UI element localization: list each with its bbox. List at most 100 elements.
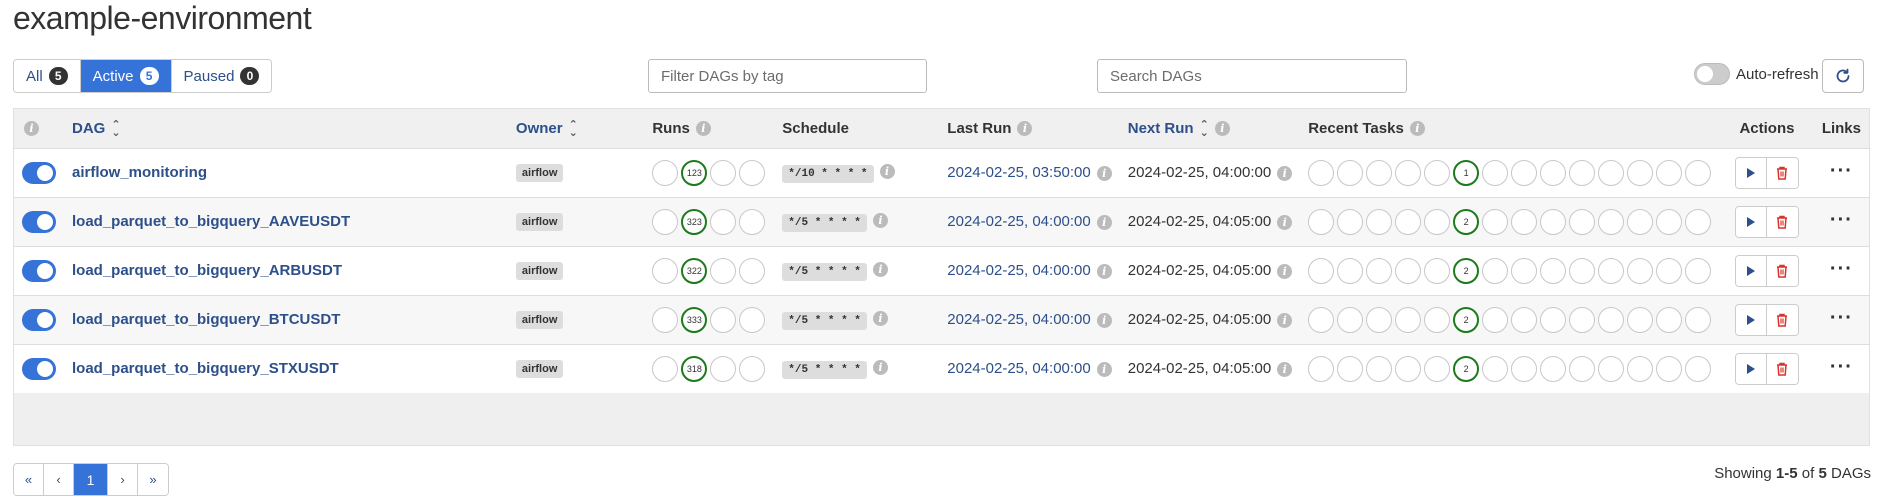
more-links-icon[interactable]: ··· bbox=[1830, 160, 1853, 182]
task-state-circle[interactable] bbox=[1569, 159, 1596, 186]
run-state-circle[interactable] bbox=[652, 257, 679, 284]
tab-active[interactable]: Active 5 bbox=[80, 60, 172, 92]
task-state-circle[interactable] bbox=[1395, 306, 1422, 333]
run-state-circle[interactable] bbox=[710, 208, 737, 235]
run-state-circle[interactable] bbox=[652, 159, 679, 186]
info-icon[interactable]: i bbox=[1277, 165, 1293, 181]
task-state-circle[interactable] bbox=[1569, 257, 1596, 284]
task-state-circle[interactable] bbox=[1395, 208, 1422, 235]
task-state-circle[interactable] bbox=[1337, 306, 1364, 333]
task-success-circle[interactable]: 2 bbox=[1453, 355, 1480, 382]
current-page-button[interactable]: 1 bbox=[74, 464, 108, 495]
task-state-circle[interactable] bbox=[1598, 208, 1625, 235]
trigger-dag-button[interactable] bbox=[1735, 157, 1767, 188]
task-state-circle[interactable] bbox=[1598, 355, 1625, 382]
task-state-circle[interactable] bbox=[1540, 257, 1567, 284]
task-state-circle[interactable] bbox=[1685, 159, 1712, 186]
owner-tag[interactable]: airflow bbox=[515, 213, 564, 231]
more-links-icon[interactable]: ··· bbox=[1830, 258, 1853, 280]
task-state-circle[interactable] bbox=[1308, 355, 1335, 382]
task-state-circle[interactable] bbox=[1337, 159, 1364, 186]
task-state-circle[interactable] bbox=[1511, 306, 1538, 333]
run-state-circle[interactable] bbox=[652, 306, 679, 333]
more-links-icon[interactable]: ··· bbox=[1830, 356, 1853, 378]
info-icon[interactable]: i bbox=[695, 121, 711, 137]
info-icon[interactable]: i bbox=[1096, 312, 1112, 328]
task-state-circle[interactable] bbox=[1598, 306, 1625, 333]
task-state-circle[interactable] bbox=[1627, 159, 1654, 186]
task-state-circle[interactable] bbox=[1511, 257, 1538, 284]
task-state-circle[interactable] bbox=[1337, 208, 1364, 235]
task-state-circle[interactable] bbox=[1337, 355, 1364, 382]
trigger-dag-button[interactable] bbox=[1735, 206, 1767, 237]
task-success-circle[interactable]: 1 bbox=[1453, 159, 1480, 186]
dag-link[interactable]: load_parquet_to_bigquery_ARBUSDT bbox=[72, 262, 342, 279]
task-state-circle[interactable] bbox=[1424, 306, 1451, 333]
auto-refresh-toggle[interactable] bbox=[1694, 63, 1730, 85]
task-state-circle[interactable] bbox=[1685, 306, 1712, 333]
task-success-circle[interactable]: 2 bbox=[1453, 306, 1480, 333]
task-state-circle[interactable] bbox=[1395, 159, 1422, 186]
task-state-circle[interactable] bbox=[1685, 355, 1712, 382]
task-state-circle[interactable] bbox=[1540, 306, 1567, 333]
task-state-circle[interactable] bbox=[1569, 306, 1596, 333]
delete-dag-button[interactable] bbox=[1766, 206, 1798, 237]
dag-pause-toggle[interactable] bbox=[22, 357, 56, 380]
info-icon[interactable]: i bbox=[1096, 263, 1112, 279]
task-state-circle[interactable] bbox=[1308, 208, 1335, 235]
last-page-button[interactable]: » bbox=[138, 464, 168, 495]
task-state-circle[interactable] bbox=[1656, 208, 1683, 235]
dag-pause-toggle[interactable] bbox=[22, 210, 56, 233]
next-page-button[interactable]: › bbox=[108, 464, 138, 495]
run-success-circle[interactable]: 318 bbox=[681, 355, 708, 382]
task-state-circle[interactable] bbox=[1627, 306, 1654, 333]
dag-pause-toggle[interactable] bbox=[22, 161, 56, 184]
info-icon[interactable]: i bbox=[1277, 263, 1293, 279]
task-state-circle[interactable] bbox=[1366, 355, 1393, 382]
info-icon[interactable]: i bbox=[872, 311, 888, 327]
info-icon[interactable]: i bbox=[872, 213, 888, 229]
task-state-circle[interactable] bbox=[1482, 159, 1509, 186]
info-icon[interactable]: i bbox=[879, 164, 895, 180]
info-icon[interactable]: i bbox=[1214, 121, 1230, 137]
task-state-circle[interactable] bbox=[1395, 257, 1422, 284]
last-run-link[interactable]: 2024-02-25, 04:00:00 bbox=[947, 213, 1090, 230]
run-success-circle[interactable]: 333 bbox=[681, 306, 708, 333]
task-state-circle[interactable] bbox=[1424, 257, 1451, 284]
task-success-circle[interactable]: 2 bbox=[1453, 257, 1480, 284]
task-state-circle[interactable] bbox=[1366, 306, 1393, 333]
first-page-button[interactable]: « bbox=[14, 464, 44, 495]
task-state-circle[interactable] bbox=[1598, 257, 1625, 284]
info-icon[interactable]: i bbox=[872, 360, 888, 376]
dag-link[interactable]: load_parquet_to_bigquery_AAVEUSDT bbox=[72, 213, 350, 230]
column-dag[interactable]: DAG ⌃ ⌄ bbox=[64, 109, 508, 148]
info-icon[interactable]: i bbox=[872, 262, 888, 278]
run-state-circle[interactable] bbox=[652, 208, 679, 235]
task-state-circle[interactable] bbox=[1366, 257, 1393, 284]
task-state-circle[interactable] bbox=[1656, 355, 1683, 382]
task-state-circle[interactable] bbox=[1511, 355, 1538, 382]
info-icon[interactable]: i bbox=[1096, 214, 1112, 230]
task-state-circle[interactable] bbox=[1511, 159, 1538, 186]
run-state-circle[interactable] bbox=[739, 306, 766, 333]
search-dags-input[interactable] bbox=[1097, 59, 1407, 93]
run-success-circle[interactable]: 323 bbox=[681, 208, 708, 235]
last-run-link[interactable]: 2024-02-25, 04:00:00 bbox=[947, 262, 1090, 279]
dag-pause-toggle[interactable] bbox=[22, 259, 56, 282]
task-state-circle[interactable] bbox=[1627, 355, 1654, 382]
task-state-circle[interactable] bbox=[1540, 159, 1567, 186]
run-state-circle[interactable] bbox=[710, 257, 737, 284]
task-state-circle[interactable] bbox=[1540, 355, 1567, 382]
run-success-circle[interactable]: 123 bbox=[681, 159, 708, 186]
task-state-circle[interactable] bbox=[1424, 159, 1451, 186]
trigger-dag-button[interactable] bbox=[1735, 255, 1767, 286]
owner-tag[interactable]: airflow bbox=[515, 311, 564, 329]
task-state-circle[interactable] bbox=[1656, 159, 1683, 186]
run-state-circle[interactable] bbox=[710, 159, 737, 186]
task-state-circle[interactable] bbox=[1598, 159, 1625, 186]
info-icon[interactable]: i bbox=[1096, 165, 1112, 181]
last-run-link[interactable]: 2024-02-25, 04:00:00 bbox=[947, 360, 1090, 377]
delete-dag-button[interactable] bbox=[1766, 304, 1798, 335]
more-links-icon[interactable]: ··· bbox=[1830, 307, 1853, 329]
task-state-circle[interactable] bbox=[1366, 159, 1393, 186]
